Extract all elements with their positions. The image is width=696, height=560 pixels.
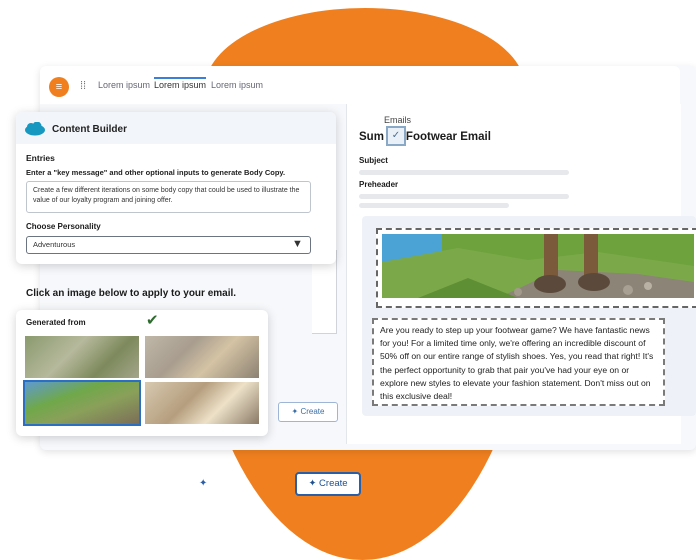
email-hero-image[interactable] [376,228,696,308]
tab-1[interactable]: Lorem ipsum [98,80,150,90]
create-button[interactable]: ✦ Create [295,472,361,496]
apply-image-heading: Click an image below to apply to your em… [26,288,237,299]
email-body-copy[interactable]: Are you ready to step up your footwear g… [372,318,665,406]
key-message-input[interactable]: Create a few different iterations on som… [26,181,311,213]
entries-instruction: Enter a "key message" and other optional… [26,168,286,177]
tab-3[interactable]: Lorem ipsum [211,80,263,90]
preheader-placeholder-line-2 [359,203,509,208]
image-thumbnail-4[interactable] [145,382,259,424]
checkmark-icon: ✔ [146,312,159,329]
salesforce-cloud-icon [24,121,46,136]
email-title-left: Sum [359,131,384,143]
subject-placeholder-line[interactable] [359,170,569,175]
app-logo-icon[interactable]: ≡ [49,77,69,97]
hiking-boots-image [382,234,694,298]
create-button-small[interactable]: ✦ Create [278,402,338,422]
email-title: Sum Footwear Email [359,131,491,143]
image-thumbnail-3-selected[interactable] [23,380,141,426]
dropdown-arrow-icon[interactable]: ▼ [292,238,303,250]
check-box-icon[interactable]: ✓ [386,126,406,146]
generated-from-label: Generated from [26,318,86,327]
entries-label: Entries [26,153,55,163]
personality-select[interactable]: Adventurous [26,236,311,254]
subject-label: Subject [359,156,388,165]
preheader-placeholder-line[interactable] [359,194,569,199]
menu-icon[interactable]: ⁞⁞ [80,80,86,92]
tab-2-active[interactable]: Lorem ipsum [154,77,207,90]
create-small-label: Create [300,407,325,416]
breadcrumb[interactable]: Emails [384,115,411,125]
image-thumbnail-2[interactable] [145,336,259,378]
content-builder-title: Content Builder [52,124,127,135]
create-button-label: Create [319,478,348,489]
email-title-right: Footwear Email [405,131,491,143]
sparkle-icon: ✦ [308,478,320,489]
image-thumbnail-1[interactable] [25,336,139,378]
preheader-label: Preheader [359,180,399,189]
sparkle-icon: ✦ [199,478,208,489]
personality-label: Choose Personality [26,222,101,231]
